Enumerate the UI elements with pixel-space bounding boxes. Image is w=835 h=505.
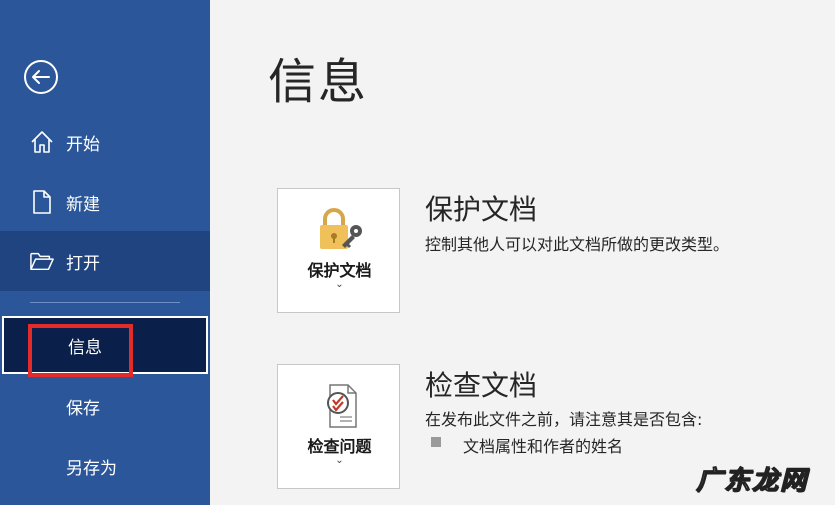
sidebar-item-label: 保存 xyxy=(66,398,100,419)
back-button[interactable] xyxy=(24,60,58,94)
sidebar-item-home[interactable]: 开始 xyxy=(0,112,210,172)
sidebar-item-saveas[interactable]: 另存为 xyxy=(0,436,210,496)
sidebar-item-label: 新建 xyxy=(66,194,100,215)
inspect-description: 在发布此文件之前，请注意其是否包含: xyxy=(425,410,703,429)
bullet-square-icon xyxy=(431,437,441,447)
document-inspect-icon xyxy=(316,383,366,429)
sidebar-item-new[interactable]: 新建 xyxy=(0,172,210,232)
check-for-issues-button[interactable]: 检查问题 ⌄ xyxy=(277,364,400,489)
inspect-heading: 检查文档 xyxy=(425,369,538,402)
sidebar-divider xyxy=(30,302,180,303)
sidebar-item-label: 信息 xyxy=(68,337,102,358)
chevron-down-icon: ⌄ xyxy=(335,279,344,290)
sidebar-item-label: 打开 xyxy=(66,253,100,274)
protect-document-label: 保护文档 xyxy=(307,261,372,280)
sidebar-item-save[interactable]: 保存 xyxy=(0,376,210,436)
home-icon xyxy=(30,129,54,155)
protect-description: 控制其他人可以对此文档所做的更改类型。 xyxy=(425,235,730,254)
protect-heading: 保护文档 xyxy=(425,193,538,226)
lock-key-icon xyxy=(316,207,366,253)
backstage-sidebar: 开始 新建 打开 信息 保存 另存为 xyxy=(0,0,210,505)
folder-open-icon xyxy=(30,248,54,274)
sidebar-item-label: 开始 xyxy=(66,134,100,155)
chevron-down-icon: ⌄ xyxy=(335,455,344,466)
watermark-text: 广东龙网 xyxy=(695,466,809,497)
document-icon xyxy=(30,189,54,215)
page-title: 信息 xyxy=(268,54,369,110)
sidebar-item-label: 另存为 xyxy=(66,458,117,479)
sidebar-item-info[interactable]: 信息 xyxy=(2,316,208,374)
arrow-left-icon xyxy=(32,70,50,84)
sidebar-item-open[interactable]: 打开 xyxy=(0,231,210,291)
check-for-issues-label: 检查问题 xyxy=(307,437,372,456)
protect-document-button[interactable]: 保护文档 ⌄ xyxy=(277,188,400,313)
inspect-bullet-item: 文档属性和作者的姓名 xyxy=(463,437,624,456)
